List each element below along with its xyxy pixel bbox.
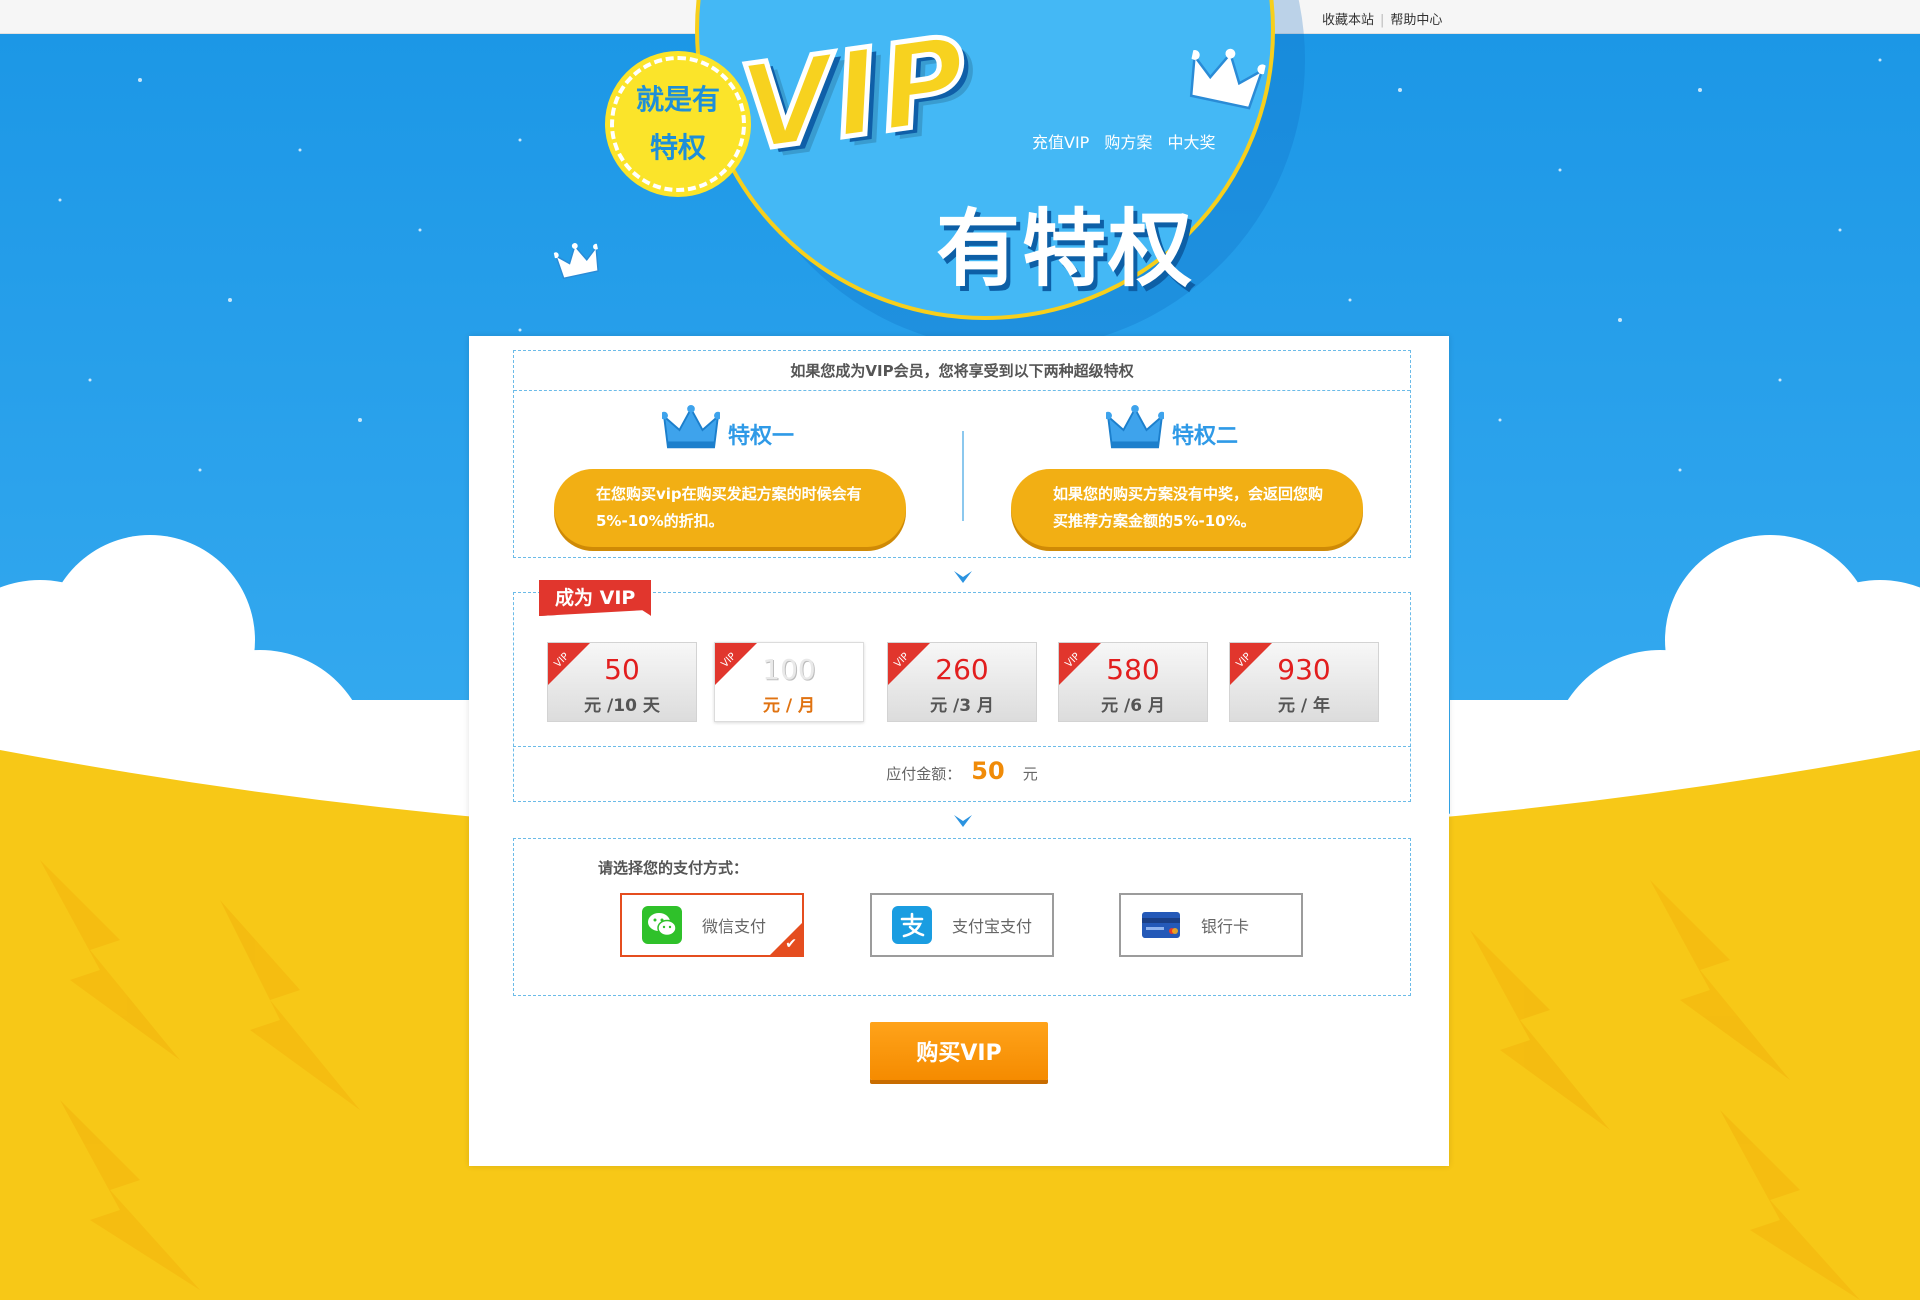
privileges-section: 如果您成为VIP会员，您将享受到以下两种超级特权 特权一 在您购买vip在购买发… [513, 350, 1411, 558]
badge-line-1: 就是有 [635, 83, 720, 116]
plan-price: 50 [604, 653, 640, 686]
wechat-glyph [648, 913, 677, 937]
privilege-two-header: 特权二 [1106, 399, 1238, 459]
become-vip-ribbon: 成为 VIP [539, 580, 652, 616]
chevron-down-icon [954, 571, 972, 583]
amount-unit: 元 [1022, 765, 1038, 783]
privilege-two: 特权二 如果您的购买方案没有中奖，会返回您购买推荐方案金额的5%-10%。 [1011, 399, 1381, 549]
pay-option-wechat[interactable]: 微信支付 ✔ [620, 893, 804, 957]
crown-icon [1106, 405, 1164, 449]
plan-price: 580 [1106, 653, 1160, 686]
hero-slogan: 充值VIP 购方案 中大奖 [1032, 129, 1226, 153]
privileges-title: 如果您成为VIP会员，您将享受到以下两种超级特权 [514, 351, 1410, 391]
check-icon: ✔ [785, 936, 797, 952]
crown-icon [662, 405, 720, 449]
bank-card-icon [1141, 906, 1181, 944]
alipay-icon [892, 906, 932, 944]
payment-title: 请选择您的支付方式： [598, 859, 749, 877]
plan-price: 260 [935, 653, 989, 686]
slogan-buy-plan: 购方案 [1104, 133, 1153, 152]
amount-label: 应付金额： [886, 765, 962, 783]
buy-vip-button[interactable]: 购买VIP [870, 1022, 1048, 1080]
help-center-link[interactable]: 帮助中心 [1390, 13, 1442, 28]
privilege-one-title: 特权一 [728, 424, 795, 449]
plan-option-6-months[interactable]: VIP 580 元 /6 月 [1058, 642, 1208, 722]
pay-option-bank-card[interactable]: 银行卡 [1119, 893, 1303, 957]
vip-card: 如果您成为VIP会员，您将享受到以下两种超级特权 特权一 在您购买vip在购买发… [469, 336, 1449, 1166]
privileges-divider [962, 431, 964, 521]
wechat-icon [642, 906, 682, 944]
privilege-two-desc: 如果您的购买方案没有中奖，会返回您购买推荐方案金额的5%-10%。 [1011, 469, 1363, 547]
plan-unit: 元 /6 月 [1101, 696, 1165, 716]
link-separator: | [1380, 13, 1385, 28]
privilege-one-desc: 在您购买vip在购买发起方案的时候会有5%-10%的折扣。 [554, 469, 906, 547]
pay-option-alipay[interactable]: 支付宝支付 [870, 893, 1054, 957]
bank-card-glyph [1142, 912, 1180, 938]
privilege-two-title: 特权二 [1172, 424, 1239, 449]
slogan-recharge: 充值VIP [1032, 133, 1090, 152]
bookmark-link[interactable]: 收藏本站 [1322, 13, 1374, 28]
plan-price: 930 [1277, 653, 1331, 686]
privilege-one: 特权一 在您购买vip在购买发起方案的时候会有5%-10%的折扣。 [554, 399, 924, 549]
plan-option-month[interactable]: VIP 100 元 / 月 [714, 642, 864, 722]
hero-privilege-text: 有特权 [936, 200, 1195, 298]
plan-unit: 元 / 年 [1277, 696, 1331, 716]
badge-line-2: 特权 [649, 131, 706, 164]
plan-option-3-months[interactable]: VIP 260 元 /3 月 [887, 642, 1037, 722]
plan-unit: 元 /10 天 [584, 696, 660, 716]
pay-option-label: 银行卡 [1201, 917, 1250, 936]
pay-option-label: 支付宝支付 [952, 917, 1033, 936]
privilege-badge: 就是有 特权 [610, 56, 746, 192]
topbar-links: 收藏本站 | 帮助中心 [1322, 9, 1442, 28]
plan-option-10-days[interactable]: VIP 50 元 /10 天 [547, 642, 697, 722]
pay-option-label: 微信支付 [702, 917, 767, 936]
amount-value: 50 [971, 757, 1005, 785]
payment-section: 请选择您的支付方式： 微信支付 ✔ 支付宝支付 银行卡 [513, 838, 1411, 996]
plan-option-year[interactable]: VIP 930 元 / 年 [1229, 642, 1379, 722]
plan-unit: 元 /3 月 [930, 696, 994, 716]
plan-price: 100 [762, 653, 816, 686]
alipay-glyph [900, 912, 925, 938]
privilege-one-header: 特权一 [662, 399, 794, 459]
slogan-win-prize: 中大奖 [1167, 133, 1216, 152]
plan-unit: 元 / 月 [762, 696, 816, 716]
chevron-down-icon [954, 815, 972, 827]
payable-amount-row: 应付金额： 50 元 [513, 746, 1411, 802]
